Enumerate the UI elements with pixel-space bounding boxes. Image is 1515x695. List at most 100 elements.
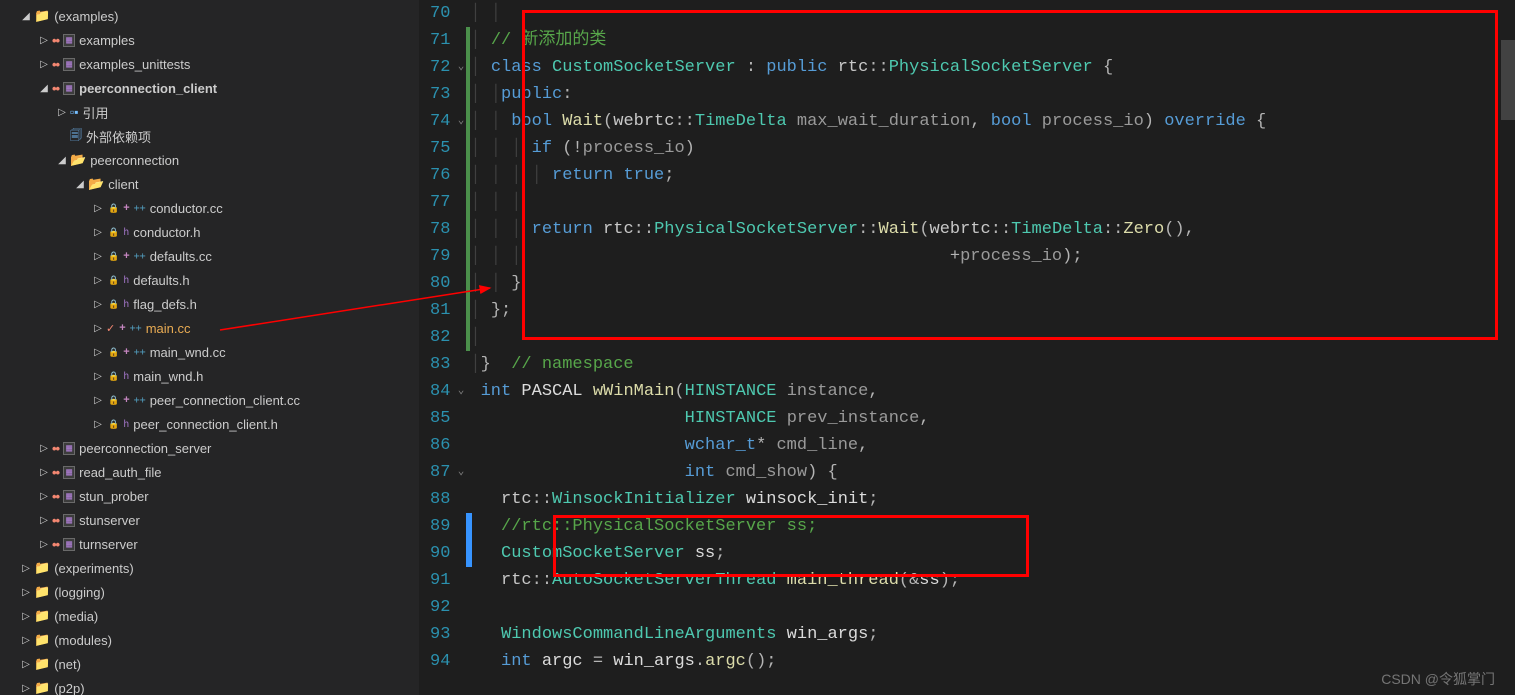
tree-chevron-icon[interactable]: ▷ [90, 371, 106, 382]
tree-item[interactable]: ▷🔒hmain_wnd.h [0, 364, 419, 388]
tree-chevron-icon[interactable]: ◢ [18, 11, 34, 22]
code-line[interactable]: │ │public: [470, 81, 1501, 108]
tree-item[interactable]: ▷🔒hdefaults.h [0, 268, 419, 292]
tree-chevron-icon[interactable]: ▷ [90, 395, 106, 406]
tree-chevron-icon[interactable]: ◢ [54, 155, 70, 166]
tree-item[interactable]: ◢📂peerconnection [0, 148, 419, 172]
tree-item[interactable]: ▷🔒+++main_wnd.cc [0, 340, 419, 364]
tree-chevron-icon[interactable]: ▷ [54, 107, 70, 118]
tree-item[interactable]: ▷▫▪引用 [0, 100, 419, 124]
tree-item[interactable]: ▷🔒hflag_defs.h [0, 292, 419, 316]
tree-chevron-icon[interactable]: ▷ [18, 683, 34, 694]
code-line[interactable]: │ }; [470, 297, 1501, 324]
line-number: 80 [430, 270, 450, 297]
code-line[interactable]: │ │ │ [470, 189, 1501, 216]
code-line[interactable]: │ │ │ │ return true; [470, 162, 1501, 189]
code-line[interactable]: int argc = win_args.argc(); [470, 648, 1501, 675]
tree-item[interactable]: ▷••▦stunserver [0, 508, 419, 532]
tree-item[interactable]: ▷••▦turnserver [0, 532, 419, 556]
tree-chevron-icon[interactable]: ▷ [18, 611, 34, 622]
code-line[interactable]: │ │ bool Wait(webrtc::TimeDelta max_wait… [470, 108, 1501, 135]
tree-item-label: (net) [54, 657, 81, 672]
tree-chevron-icon[interactable]: ▷ [18, 587, 34, 598]
tree-item[interactable]: ▷••▦read_auth_file [0, 460, 419, 484]
code-line[interactable]: int PASCAL wWinMain(HINSTANCE instance, [470, 378, 1501, 405]
tree-item[interactable]: ▷📁(modules) [0, 628, 419, 652]
tree-item[interactable]: ▷••▦examples [0, 28, 419, 52]
tree-item[interactable]: ▷••▦peerconnection_server [0, 436, 419, 460]
code-line[interactable]: rtc::AutoSocketServerThread main_thread(… [470, 567, 1501, 594]
code-editor[interactable]: 707172⌄7374⌄75767778798081828384⌄858687⌄… [420, 0, 1515, 695]
code-line[interactable]: HINSTANCE prev_instance, [470, 405, 1501, 432]
tree-item[interactable]: 🗐外部依赖项 [0, 124, 419, 148]
tree-chevron-icon[interactable]: ◢ [72, 179, 88, 190]
tree-item-label: peerconnection_client [79, 81, 217, 96]
tree-chevron-icon[interactable]: ▷ [36, 539, 52, 550]
solution-explorer[interactable]: ◢📁(examples)▷••▦examples▷••▦examples_uni… [0, 0, 420, 695]
tree-chevron-icon[interactable]: ▷ [36, 467, 52, 478]
folder-open-icon: 📂 [88, 176, 104, 192]
code-line[interactable]: │ │ │ +process_io); [470, 243, 1501, 270]
tree-item[interactable]: ▷🔒+++defaults.cc [0, 244, 419, 268]
tree-chevron-icon[interactable]: ▷ [36, 515, 52, 526]
tree-item[interactable]: ▷••▦stun_prober [0, 484, 419, 508]
code-line[interactable]: │ // 新添加的类 [470, 27, 1501, 54]
code-line[interactable]: │ │ │ return rtc::PhysicalSocketServer::… [470, 216, 1501, 243]
tree-chevron-icon[interactable]: ▷ [18, 563, 34, 574]
tree-chevron-icon[interactable]: ▷ [90, 251, 106, 262]
vertical-scrollbar[interactable] [1501, 0, 1515, 695]
tree-chevron-icon[interactable]: ▷ [36, 59, 52, 70]
code-line[interactable]: │ [470, 324, 1501, 351]
code-line[interactable]: wchar_t* cmd_line, [470, 432, 1501, 459]
fold-chevron-icon[interactable]: ⌄ [458, 459, 465, 486]
tree-chevron-icon[interactable]: ▷ [90, 299, 106, 310]
tree-item[interactable]: ◢••▦peerconnection_client [0, 76, 419, 100]
tree-item-label: (p2p) [54, 681, 84, 695]
code-line[interactable]: │} // namespace [470, 351, 1501, 378]
tree-chevron-icon[interactable]: ▷ [18, 659, 34, 670]
code-line[interactable]: WindowsCommandLineArguments win_args; [470, 621, 1501, 648]
code-line[interactable]: │ class CustomSocketServer : public rtc:… [470, 54, 1501, 81]
code-line[interactable]: │ │ │ if (!process_io) [470, 135, 1501, 162]
tree-item[interactable]: ▷🔒+++peer_connection_client.cc [0, 388, 419, 412]
tree-item[interactable]: ▷📁(logging) [0, 580, 419, 604]
tree-chevron-icon[interactable]: ▷ [36, 35, 52, 46]
tree-chevron-icon[interactable]: ▷ [90, 323, 106, 334]
code-line[interactable]: int cmd_show) { [470, 459, 1501, 486]
code-line[interactable]: │ │ } [470, 270, 1501, 297]
tree-item[interactable]: ▷📁(media) [0, 604, 419, 628]
tree-chevron-icon[interactable]: ▷ [90, 347, 106, 358]
tree-item[interactable]: ▷🔒hpeer_connection_client.h [0, 412, 419, 436]
tree-chevron-icon[interactable]: ▷ [90, 275, 106, 286]
scrollbar-thumb[interactable] [1501, 40, 1515, 120]
tree-chevron-icon[interactable]: ▷ [90, 227, 106, 238]
tree-chevron-icon[interactable]: ▷ [36, 443, 52, 454]
tree-chevron-icon[interactable]: ▷ [18, 635, 34, 646]
fold-chevron-icon[interactable]: ⌄ [458, 54, 465, 81]
tree-chevron-icon[interactable]: ▷ [90, 419, 106, 430]
code-area[interactable]: │ ││ // 新添加的类│ class CustomSocketServer … [470, 0, 1501, 695]
project-dots-icon: •• [52, 489, 59, 504]
tree-item[interactable]: ▷🔒+++conductor.cc [0, 196, 419, 220]
tree-chevron-icon[interactable]: ▷ [36, 491, 52, 502]
line-number-gutter: 707172⌄7374⌄75767778798081828384⌄858687⌄… [420, 0, 470, 695]
tree-item[interactable]: ▷📁(p2p) [0, 676, 419, 695]
tree-chevron-icon[interactable]: ▷ [90, 203, 106, 214]
code-line[interactable]: │ │ [470, 0, 1501, 27]
tree-item[interactable]: ◢📁(examples) [0, 4, 419, 28]
fold-chevron-icon[interactable]: ⌄ [458, 108, 465, 135]
tree-item[interactable]: ▷📁(net) [0, 652, 419, 676]
fold-chevron-icon[interactable]: ⌄ [458, 378, 465, 405]
tree-item[interactable]: ◢📂client [0, 172, 419, 196]
code-line[interactable] [470, 594, 1501, 621]
plus-icon: + [119, 322, 125, 334]
tree-item-label: peerconnection_server [79, 441, 211, 456]
tree-item[interactable]: ▷📁(experiments) [0, 556, 419, 580]
tree-item[interactable]: ▷🔒hconductor.h [0, 220, 419, 244]
tree-item[interactable]: ▷••▦examples_unittests [0, 52, 419, 76]
tree-item[interactable]: ▷✓+++main.cc [0, 316, 419, 340]
code-line[interactable]: CustomSocketServer ss; [470, 540, 1501, 567]
code-line[interactable]: //rtc::PhysicalSocketServer ss; [470, 513, 1501, 540]
tree-chevron-icon[interactable]: ◢ [36, 83, 52, 94]
code-line[interactable]: rtc::WinsockInitializer winsock_init; [470, 486, 1501, 513]
